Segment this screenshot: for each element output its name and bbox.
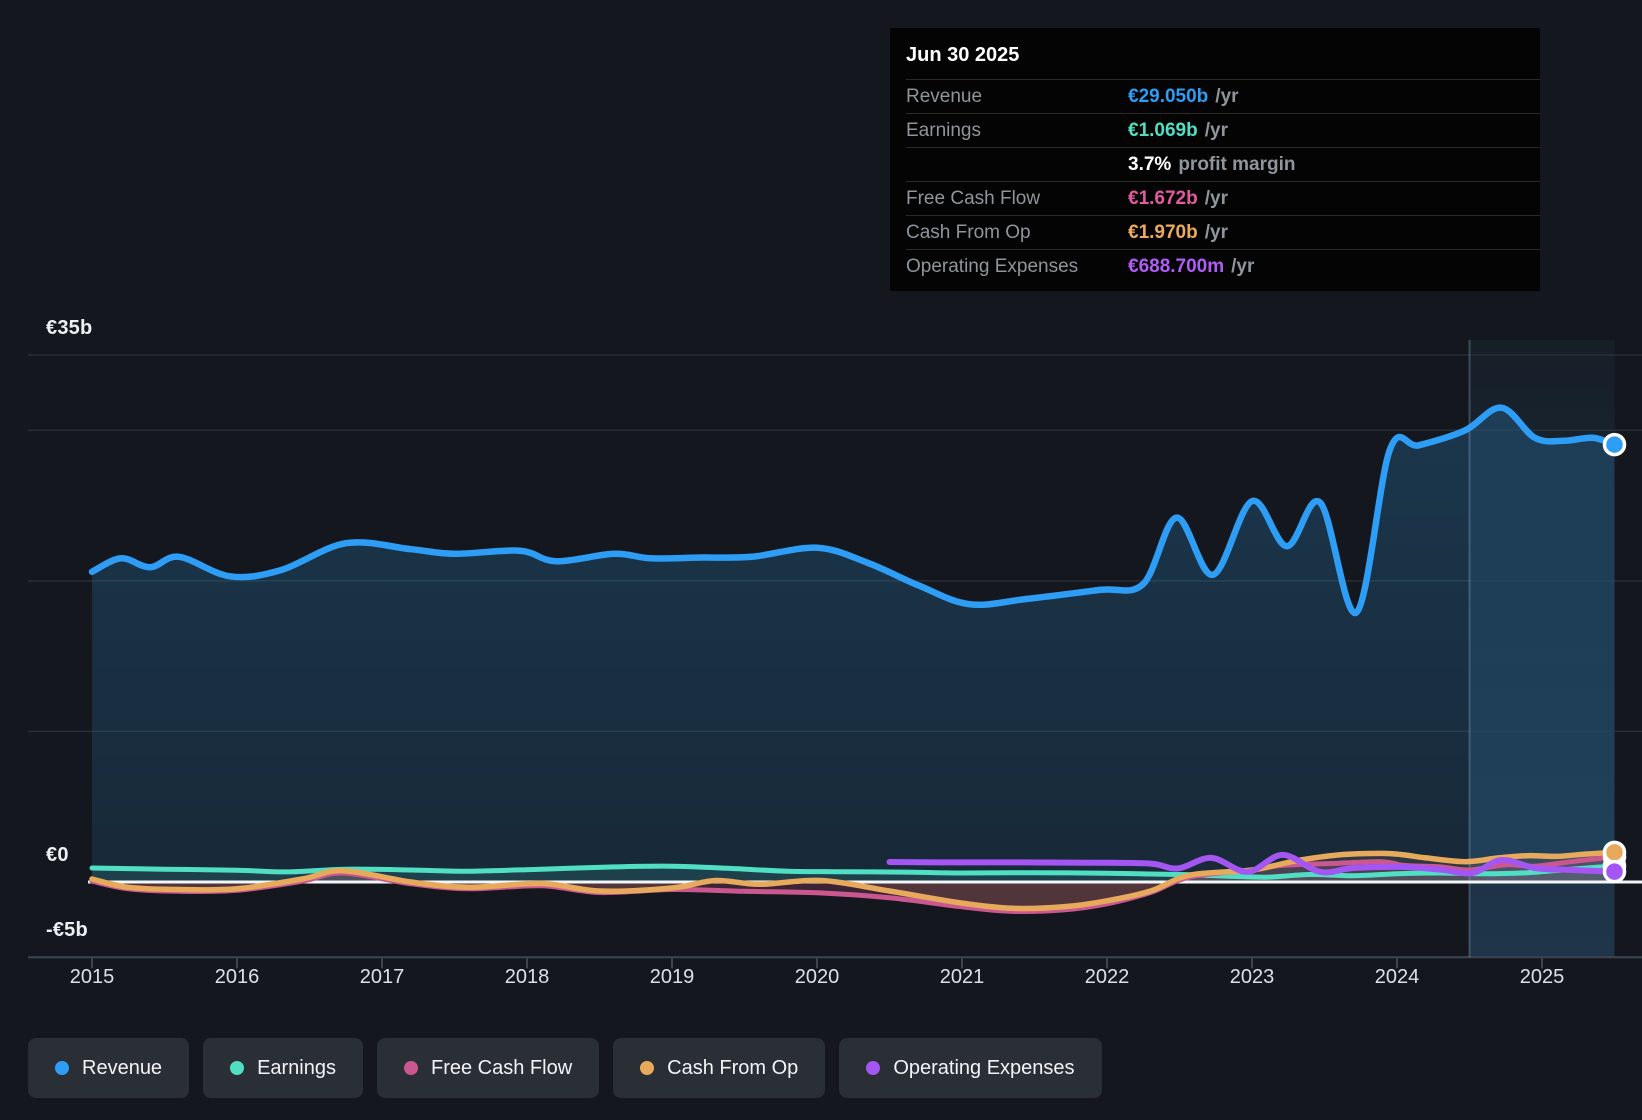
tooltip-row-value: €1.069b: [1128, 119, 1198, 141]
legend-item-earnings[interactable]: Earnings: [203, 1038, 363, 1098]
legend-item-label: Free Cash Flow: [431, 1056, 573, 1079]
tooltip-row-label: Cash From Op: [906, 221, 1031, 243]
tooltip-row-earnings: Earnings €1.069b/yr: [906, 113, 1540, 147]
opex-legend-dot-icon: [866, 1061, 881, 1075]
tooltip-row-profit-margin: 3.7% profit margin: [906, 147, 1540, 181]
cashop-end-marker[interactable]: [1602, 840, 1627, 865]
tooltip-row-value: €688.700m: [1128, 255, 1225, 277]
x-axis-label-2017: 2017: [359, 966, 405, 988]
tooltip-row-label: Earnings: [906, 119, 981, 141]
tooltip-row-suffix: profit margin: [1178, 153, 1296, 175]
tooltip-row-value: €29.050b: [1128, 85, 1209, 107]
legend-item-revenue[interactable]: Revenue: [28, 1038, 190, 1098]
tooltip-date: Jun 30 2025: [906, 44, 1020, 66]
y-axis-label-0: €0: [46, 844, 69, 866]
tooltip-row-revenue: Revenue €29.050b/yr: [906, 79, 1540, 113]
legend-item-label: Revenue: [82, 1056, 163, 1079]
tooltip-row-label: Revenue: [906, 85, 983, 107]
tooltip-row-value: 3.7%: [1128, 153, 1172, 175]
x-axis-label-2023: 2023: [1229, 966, 1275, 988]
legend-item-label: Operating Expenses: [893, 1056, 1075, 1079]
chart-tooltip: Jun 30 2025 Revenue €29.050b/yr Earnings €1…: [890, 28, 1540, 291]
tooltip-row-suffix: /yr: [1215, 85, 1239, 107]
tooltip-row-label: Operating Expenses: [906, 255, 1079, 277]
x-axis-label-2025: 2025: [1519, 966, 1565, 988]
tooltip-row-suffix: /yr: [1204, 221, 1228, 243]
legend-item-opex[interactable]: Operating Expenses: [839, 1038, 1102, 1098]
legend-item-label: Earnings: [257, 1056, 336, 1079]
tooltip-row-suffix: /yr: [1204, 187, 1228, 209]
tooltip-row-label: Free Cash Flow: [906, 187, 1041, 209]
tooltip-row-value: €1.672b: [1128, 187, 1198, 209]
tooltip-row-suffix: /yr: [1231, 255, 1255, 277]
x-axis-label-2021: 2021: [939, 966, 985, 988]
cashop-legend-dot-icon: [640, 1061, 655, 1075]
fcf-legend-dot-icon: [404, 1061, 418, 1075]
chart-legend: Revenue Earnings Free Cash Flow Cash From O…: [28, 1038, 1102, 1098]
legend-item-label: Cash From Op: [667, 1056, 799, 1079]
tooltip-row-suffix: /yr: [1204, 119, 1228, 141]
tooltip-row-cash-from-op: Cash From Op €1.970b/yr: [906, 215, 1540, 249]
opex-end-marker[interactable]: [1602, 859, 1627, 884]
financial-history-chart: €35b €0 -€5b 2015 2016 2017 2018 2019 2020 2021 2…: [0, 0, 1642, 1120]
revenue-legend-dot-icon: [55, 1061, 69, 1075]
revenue-end-marker[interactable]: [1602, 432, 1627, 457]
x-axis-label-2020: 2020: [794, 966, 840, 988]
x-axis-label-2019: 2019: [649, 966, 695, 988]
x-axis-label-2024: 2024: [1374, 966, 1420, 988]
legend-item-fcf[interactable]: Free Cash Flow: [377, 1038, 600, 1098]
tooltip-row-operating-expenses: Operating Expenses €688.700m/yr: [906, 249, 1540, 283]
y-axis-label--5: -€5b: [46, 919, 88, 942]
x-axis-label-2018: 2018: [504, 966, 550, 988]
x-axis-label-2022: 2022: [1084, 966, 1130, 988]
legend-item-cashop[interactable]: Cash From Op: [613, 1038, 826, 1098]
earnings-legend-dot-icon: [230, 1061, 245, 1075]
tooltip-row-value: €1.970b: [1128, 221, 1198, 243]
x-axis-label-2016: 2016: [214, 966, 260, 988]
y-axis-label-35: €35b: [46, 317, 93, 339]
x-axis-label-2015: 2015: [69, 966, 115, 988]
tooltip-row-free-cash-flow: Free Cash Flow €1.672b/yr: [906, 181, 1540, 215]
